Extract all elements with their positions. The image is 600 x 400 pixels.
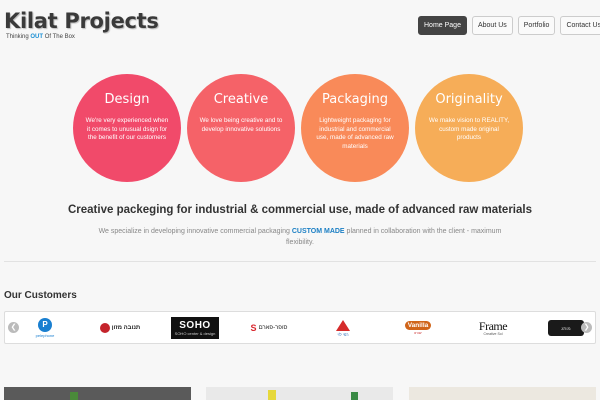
rami-levy-triangle-icon bbox=[336, 319, 350, 331]
nav-contact[interactable]: Contact Us bbox=[560, 16, 600, 35]
nav-home[interactable]: Home Page bbox=[418, 16, 467, 35]
logo-title[interactable]: Kilat Projects bbox=[4, 9, 159, 33]
feature-text: We make vision to REALITY, custom made o… bbox=[428, 117, 510, 142]
vanilla-sub: יוגורט bbox=[413, 331, 423, 335]
vanilla-text: Vanilla bbox=[404, 321, 432, 330]
customer-logo-dark-brand[interactable]: מותג bbox=[548, 320, 584, 336]
site-header: Kilat Projects Thinking OUT Of The Box H… bbox=[0, 0, 600, 56]
customer-logo-tnuva[interactable]: תנובה מזון bbox=[93, 317, 145, 339]
feature-creative: Creative We love being creative and to d… bbox=[187, 74, 295, 182]
tnuva-text: תנובה מזון bbox=[111, 325, 141, 331]
main-nav: Home Page About Us Portfolio Contact Us bbox=[418, 16, 600, 35]
soho-text: SOHO bbox=[179, 320, 211, 331]
feature-title: Creative bbox=[213, 92, 269, 107]
soho-sub: SOHO center & design bbox=[174, 331, 216, 336]
customer-logo-pelephone[interactable]: P pelephone bbox=[32, 317, 58, 339]
customers-heading: Our Customers bbox=[4, 290, 77, 301]
feature-design: Design We're very experienced when it co… bbox=[73, 74, 181, 182]
tagline-highlight: OUT bbox=[30, 34, 44, 40]
carousel-prev-arrow-icon[interactable]: ❮ bbox=[8, 322, 19, 333]
product-shape bbox=[268, 390, 276, 400]
tnuva-badge-icon bbox=[99, 323, 110, 333]
pelephone-mark: P bbox=[38, 318, 52, 332]
intro-sub-pre: We specialize in developing innovative c… bbox=[98, 228, 292, 235]
dark-brand-text: מותג bbox=[561, 325, 571, 331]
customer-logo-super-pharm[interactable]: S סופר-פארם bbox=[243, 317, 295, 339]
pelephone-sub: pelephone bbox=[35, 333, 55, 338]
section-divider bbox=[4, 261, 596, 262]
carousel-next-arrow-icon[interactable]: ❯ bbox=[581, 322, 592, 333]
product-shape bbox=[351, 392, 358, 400]
super-pharm-mark: S bbox=[250, 323, 257, 333]
nav-about[interactable]: About Us bbox=[471, 16, 513, 35]
feature-title: Design bbox=[104, 92, 150, 107]
feature-text: We're very experienced when it comes to … bbox=[85, 117, 169, 142]
feature-title: Packaging bbox=[322, 92, 388, 107]
feature-packaging: Packaging Lightweight packaging for indu… bbox=[301, 74, 409, 182]
rami-levy-sub: רמי לוי bbox=[337, 331, 349, 337]
intro-subtext: We specialize in developing innovative c… bbox=[85, 226, 515, 248]
customers-carousel: ❮ P pelephone תנובה מזון SOHO SOHO cente… bbox=[4, 311, 596, 344]
intro-headline: Creative packeging for industrial & comm… bbox=[67, 204, 532, 216]
product-shape bbox=[70, 392, 78, 400]
feature-originality: Originality We make vision to REALITY, c… bbox=[415, 74, 523, 182]
customer-logo-frame[interactable]: Frame Creative Sol bbox=[466, 317, 520, 339]
feature-title: Originality bbox=[435, 92, 503, 107]
frame-text: Frame bbox=[478, 319, 508, 333]
intro-sub-emphasis: CUSTOM MADE bbox=[291, 228, 345, 235]
portfolio-thumbnail[interactable] bbox=[206, 387, 393, 400]
feature-text: We love being creative and to develop in… bbox=[199, 117, 283, 133]
frame-sub: Creative Sol bbox=[483, 332, 503, 336]
tagline: Thinking OUT Of The Box bbox=[6, 34, 75, 40]
portfolio-thumbnail[interactable] bbox=[4, 387, 191, 400]
nav-portfolio[interactable]: Portfolio bbox=[517, 16, 556, 35]
feature-text: Lightweight packaging for industrial and… bbox=[316, 117, 394, 150]
customer-logo-rami-levy[interactable]: רמי לוי bbox=[330, 317, 356, 339]
customer-logo-soho[interactable]: SOHO SOHO center & design bbox=[171, 317, 219, 339]
customer-logo-vanilla[interactable]: Vanilla יוגורט bbox=[401, 317, 435, 339]
super-pharm-text: סופר-פארם bbox=[258, 325, 288, 331]
tagline-post: Of The Box bbox=[43, 34, 75, 40]
tagline-pre: Thinking bbox=[6, 34, 31, 40]
portfolio-thumbnail[interactable] bbox=[409, 387, 596, 400]
